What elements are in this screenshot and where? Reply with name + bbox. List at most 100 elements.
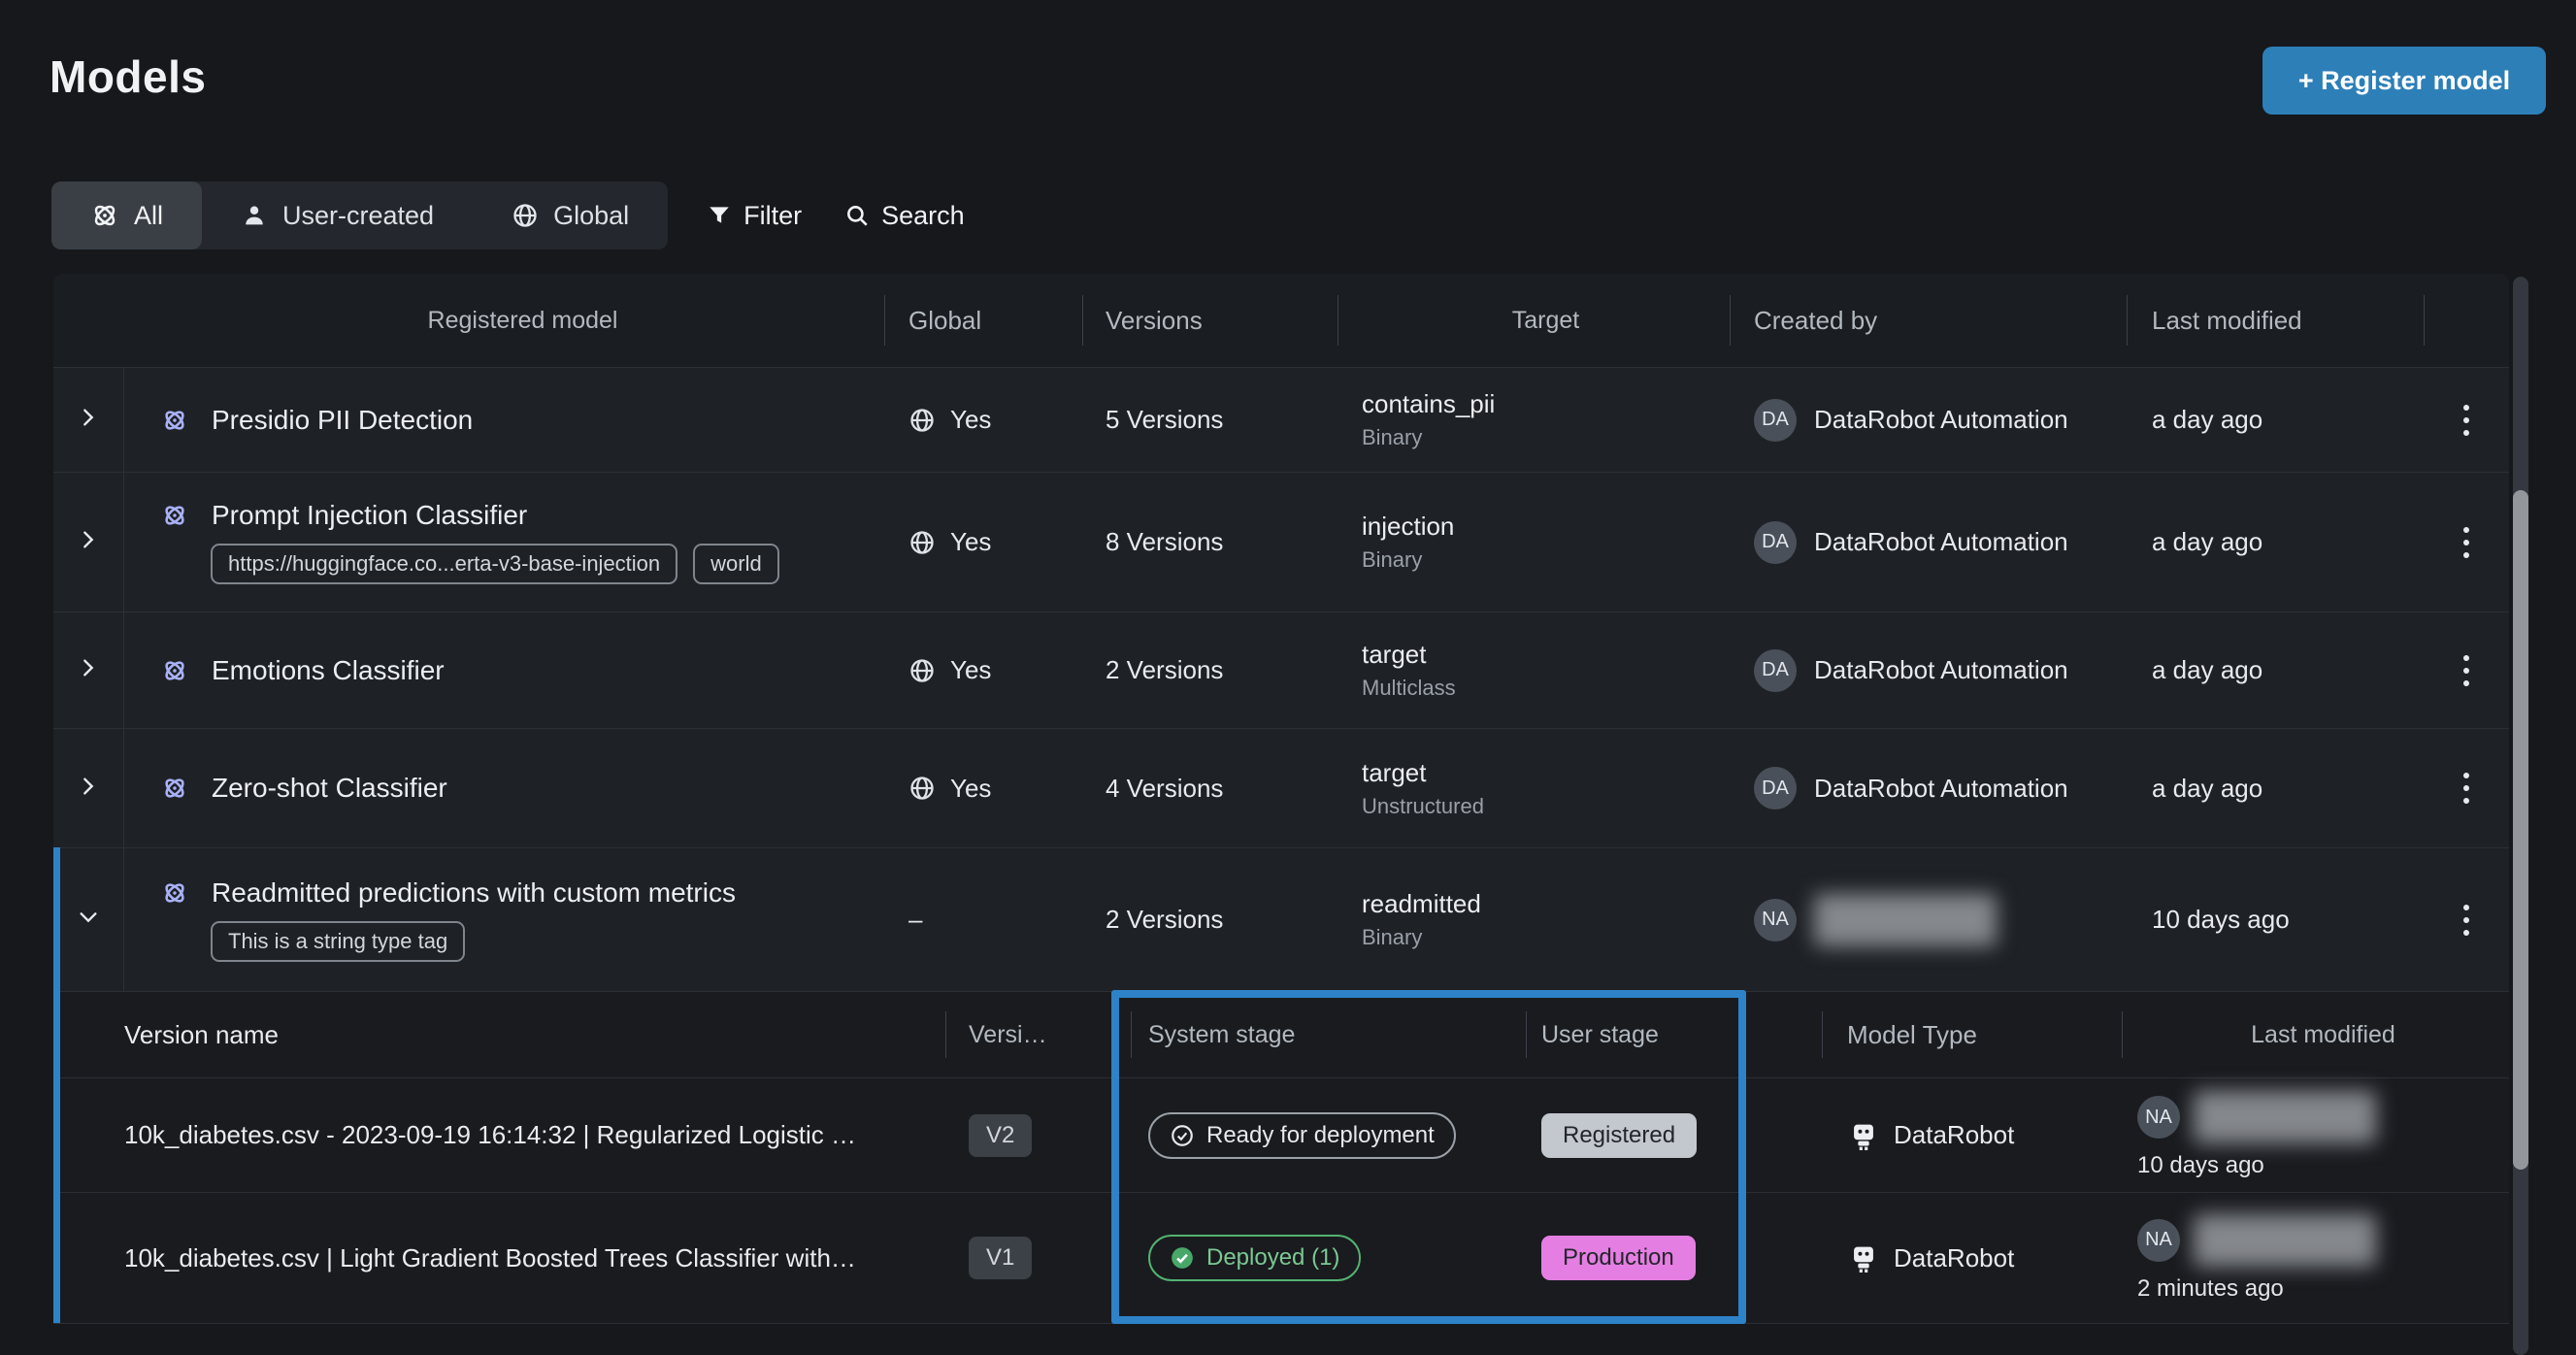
expand-button[interactable] xyxy=(53,612,124,728)
model-name[interactable]: Zero-shot Classifier xyxy=(212,773,447,804)
collapse-button[interactable] xyxy=(53,848,124,991)
target-name: target xyxy=(1362,758,1730,788)
tab-global[interactable]: Global xyxy=(473,182,668,249)
version-name[interactable]: 10k_diabetes.csv | Light Gradient Booste… xyxy=(53,1243,945,1273)
kebab-icon xyxy=(2463,905,2469,936)
table-row[interactable]: Prompt Injection Classifier https://hugg… xyxy=(53,472,2509,611)
filter-controls: All User-created Global Filt xyxy=(51,182,965,249)
register-model-button[interactable]: + Register model xyxy=(2262,47,2546,115)
kebab-icon xyxy=(2463,527,2469,558)
model-registry-icon xyxy=(161,775,188,802)
versions-value: 8 Versions xyxy=(1082,527,1338,557)
globe-icon xyxy=(908,657,936,684)
target-name: target xyxy=(1362,640,1730,670)
last-modified-value: 10 days ago xyxy=(2127,905,2424,935)
version-row[interactable]: 10k_diabetes.csv - 2023-09-19 16:14:32 |… xyxy=(53,1077,2509,1192)
expand-button[interactable] xyxy=(53,368,124,472)
user-stage-badge: Registered xyxy=(1541,1113,1697,1158)
target-type: Binary xyxy=(1362,925,1730,950)
last-modified-value: a day ago xyxy=(2127,655,2424,685)
column-model-type[interactable]: Model Type xyxy=(1822,992,2122,1077)
table-row[interactable]: Zero-shot Classifier Yes 4 Versions targ… xyxy=(53,728,2509,847)
target-type: Unstructured xyxy=(1362,794,1730,819)
column-version-name[interactable]: Version name xyxy=(53,992,945,1077)
row-actions-button[interactable] xyxy=(2424,655,2509,686)
model-name[interactable]: Presidio PII Detection xyxy=(212,405,473,436)
kebab-icon xyxy=(2463,655,2469,686)
table-row[interactable]: Presidio PII Detection Yes 5 Versions co… xyxy=(53,367,2509,472)
version-badge: V1 xyxy=(969,1237,1032,1279)
expanded-row-accent xyxy=(53,847,60,1323)
chevron-right-icon xyxy=(78,776,99,802)
version-row[interactable]: 10k_diabetes.csv | Light Gradient Booste… xyxy=(53,1192,2509,1323)
model-registry-icon xyxy=(161,657,188,684)
row-actions-button[interactable] xyxy=(2424,773,2509,804)
user-stage-badge: Production xyxy=(1541,1236,1696,1280)
table-row-expanded[interactable]: Readmitted predictions with custom metri… xyxy=(53,847,2509,991)
versions-value: 2 Versions xyxy=(1082,905,1338,935)
column-sub-last-modified[interactable]: Last modified xyxy=(2122,992,2509,1077)
model-type-value: DataRobot xyxy=(1894,1120,2014,1150)
column-user-stage[interactable]: User stage xyxy=(1526,992,1822,1077)
target-type: Binary xyxy=(1362,547,1730,573)
column-versions[interactable]: Versions xyxy=(1082,274,1338,367)
model-tag: This is a string type tag xyxy=(211,921,465,962)
version-name[interactable]: 10k_diabetes.csv - 2023-09-19 16:14:32 |… xyxy=(53,1120,945,1150)
versions-value: 5 Versions xyxy=(1082,405,1338,435)
column-last-modified[interactable]: Last modified xyxy=(2127,274,2424,367)
chevron-right-icon xyxy=(78,407,99,433)
avatar: DA xyxy=(1754,521,1797,564)
column-version[interactable]: Versi… xyxy=(945,992,1131,1077)
model-registry-icon xyxy=(90,201,119,230)
avatar: NA xyxy=(1754,899,1797,942)
row-actions-button[interactable] xyxy=(2424,905,2509,936)
column-global[interactable]: Global xyxy=(884,274,1082,367)
search-icon xyxy=(844,203,870,228)
models-table: Registered model Global Versions Target … xyxy=(53,274,2509,1324)
global-value: Yes xyxy=(950,774,991,804)
target-type: Multiclass xyxy=(1362,676,1730,701)
redacted-user-name xyxy=(2194,1091,2376,1143)
scrollbar[interactable] xyxy=(2513,277,2528,1355)
avatar: DA xyxy=(1754,399,1797,442)
search-label: Search xyxy=(881,201,965,231)
tab-user-created[interactable]: User-created xyxy=(202,182,473,249)
model-type-value: DataRobot xyxy=(1894,1243,2014,1273)
expand-button[interactable] xyxy=(53,473,124,611)
column-created-by[interactable]: Created by xyxy=(1730,274,2127,367)
tab-all[interactable]: All xyxy=(51,182,202,249)
column-target[interactable]: Target xyxy=(1338,274,1730,367)
model-name[interactable]: Readmitted predictions with custom metri… xyxy=(212,877,736,909)
expand-button[interactable] xyxy=(53,729,124,847)
column-system-stage[interactable]: System stage xyxy=(1131,992,1526,1077)
filter-icon xyxy=(707,203,732,228)
created-by-name: DataRobot Automation xyxy=(1814,527,2068,557)
created-by-name: DataRobot Automation xyxy=(1814,405,2068,435)
scrollbar-thumb[interactable] xyxy=(2513,490,2528,1170)
redacted-user-name xyxy=(1814,894,1997,946)
search-button[interactable]: Search xyxy=(844,201,965,231)
row-actions-button[interactable] xyxy=(2424,405,2509,436)
filter-button[interactable]: Filter xyxy=(707,201,802,231)
globe-icon xyxy=(908,775,936,802)
filter-label: Filter xyxy=(743,201,802,231)
model-registry-icon xyxy=(161,407,188,434)
sub-last-modified-value: 10 days ago xyxy=(2137,1152,2509,1179)
chevron-right-icon xyxy=(78,657,99,683)
last-modified-value: a day ago xyxy=(2127,527,2424,557)
table-row[interactable]: Emotions Classifier Yes 2 Versions targe… xyxy=(53,611,2509,728)
globe-icon xyxy=(908,529,936,556)
check-circle-icon xyxy=(1170,1123,1195,1148)
last-modified-value: a day ago xyxy=(2127,774,2424,804)
model-name[interactable]: Prompt Injection Classifier xyxy=(212,500,527,531)
created-by-name: DataRobot Automation xyxy=(1814,655,2068,685)
column-registered-model[interactable]: Registered model xyxy=(124,274,884,367)
row-actions-button[interactable] xyxy=(2424,527,2509,558)
model-name[interactable]: Emotions Classifier xyxy=(212,655,445,686)
tab-user-created-label: User-created xyxy=(282,201,434,231)
check-circle-filled-icon xyxy=(1170,1245,1195,1271)
kebab-icon xyxy=(2463,405,2469,436)
user-icon xyxy=(241,202,268,229)
globe-icon xyxy=(512,202,539,229)
global-value: Yes xyxy=(950,405,991,435)
